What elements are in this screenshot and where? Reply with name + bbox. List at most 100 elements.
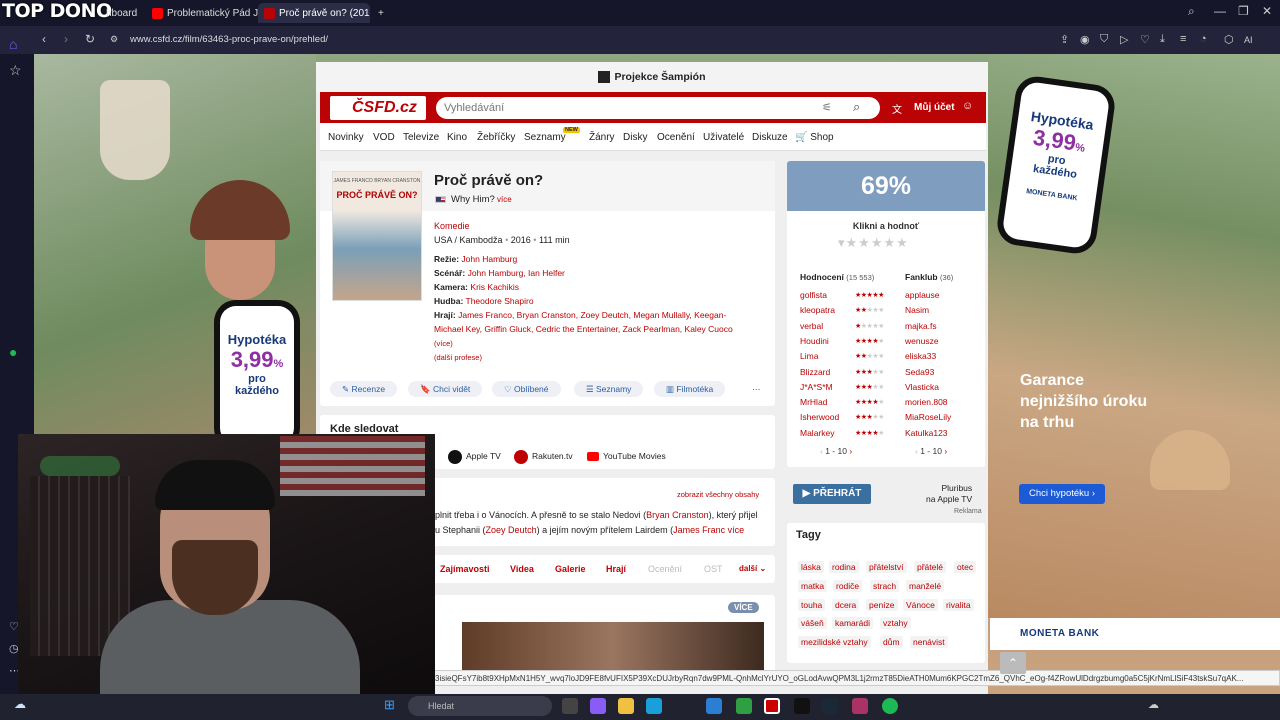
film-poster[interactable]: JAMES FRANCO BRYAN CRANSTON PROČ PRÁVĚ O… [332,171,422,301]
edge-icon[interactable] [646,698,662,714]
play-icon[interactable]: ▷ [1120,33,1128,46]
video-more-badge[interactable]: VÍCE [728,602,759,613]
rating-user[interactable]: verbal [800,321,823,331]
tag-item[interactable]: Vánoce [903,599,938,611]
vod-apple-tv[interactable]: Apple TV [448,448,501,464]
profile-icon[interactable]: ◔ [1200,33,1207,45]
task-view-icon[interactable] [562,698,578,714]
tab-zajimavosti[interactable]: Zajímavosti [440,564,490,574]
minimize-icon[interactable]: — [1214,4,1226,18]
more-titles-link[interactable]: více [497,195,512,204]
rating-user[interactable]: Lima [800,351,818,361]
rate-stars-input[interactable]: ▾★★★★★ [838,235,909,251]
tag-item[interactable]: přátelé [914,561,946,573]
tag-item[interactable]: rivalita [943,599,974,611]
tag-item[interactable]: láska [798,561,824,573]
nav-seznamy[interactable]: Seznamy [524,132,566,143]
menu-icon[interactable]: ≡ [1180,33,1186,45]
copilot-icon[interactable] [590,698,606,714]
plot-more-link[interactable]: více [728,525,745,535]
start-icon[interactable]: ⊞ [384,697,395,713]
taskbar-search[interactable]: Hledat [408,696,552,716]
fanclub-user[interactable]: eliska33 [905,351,936,361]
rating-user[interactable]: MrHlad [800,397,827,407]
tab-videa[interactable]: Videa [510,564,534,574]
filter-icon[interactable]: ⚟ [822,101,832,114]
extensions-icon[interactable]: ⬡ [1224,33,1234,46]
weather-icon[interactable]: ☁ [14,697,26,711]
crew-value[interactable]: John Hamburg [461,254,517,264]
rating-user[interactable]: golfista [800,290,827,300]
fanclub-pagination[interactable]: ‹ 1 - 10 › [915,446,947,456]
lists-button[interactable]: ☰ Seznamy [574,381,644,397]
tag-item[interactable]: dcera [832,599,860,611]
tag-item[interactable]: dům [880,636,903,648]
nav-shop[interactable]: 🛒 Shop [795,132,834,143]
browser-tab-youtube[interactable]: Problematický Pád James [146,3,258,23]
tray-cloud-icon[interactable]: ☁ [1148,698,1159,711]
heart-icon[interactable]: ♡ [1140,33,1150,46]
vod-rakuten[interactable]: Rakuten.tv [514,448,573,464]
tag-item[interactable]: rodina [829,561,859,573]
tag-item[interactable]: rodiče [833,580,863,592]
shield-icon[interactable]: ⛉ [1100,33,1108,46]
translate-icon[interactable]: 文 [892,101,902,116]
filmotheque-button[interactable]: ▥ Filmotéka [654,381,726,397]
tag-item[interactable]: přátelství [866,561,907,573]
show-all-plots-link[interactable]: zobrazit všechny obsahy [677,490,759,499]
nav-oceneni[interactable]: Ocenění [657,132,695,143]
reload-icon[interactable]: ↻ [85,32,95,46]
steam-icon[interactable] [822,698,838,714]
nav-zanry[interactable]: Žánry [589,132,615,143]
scroll-to-top-button[interactable]: ⌃ [1000,652,1026,674]
rating-user[interactable]: kleopatra [800,305,835,315]
user-icon[interactable]: ☺ [962,100,973,112]
nav-vod[interactable]: VOD [373,132,395,143]
tag-item[interactable]: kamarádi [832,617,873,629]
tab-more[interactable]: další ⌄ [739,564,766,573]
nav-diskuze[interactable]: Diskuze [752,132,788,143]
reviews-button[interactable]: ✎ Recenze [330,381,398,397]
tag-item[interactable]: strach [870,580,900,592]
rating-user[interactable]: Isherwood [800,412,839,422]
app-b-icon[interactable] [736,698,752,714]
tag-item[interactable]: touha [798,599,826,611]
rating-user[interactable]: J*A*S*M [800,382,833,392]
cast-more-link[interactable]: (více) [434,339,453,348]
search-tabs-icon[interactable]: ⌕ [1188,4,1195,19]
plot-actor-link[interactable]: Bryan Cranston [646,510,709,520]
nav-kino[interactable]: Kino [447,132,467,143]
fanclub-user[interactable]: Vlasticka [905,382,939,392]
crew-value[interactable]: John Hamburg, Ian Helfer [468,268,565,278]
more-professions-link[interactable]: (další profese) [434,351,750,365]
tag-item[interactable]: nenávist [910,636,948,648]
tag-item[interactable]: vášeň [798,617,827,629]
nav-uzivatele[interactable]: Uživatelé [703,132,744,143]
nav-disky[interactable]: Disky [623,132,647,143]
opera-icon[interactable] [764,698,780,714]
tag-item[interactable]: manželé [906,580,945,592]
ai-button[interactable]: AI [1244,35,1253,45]
film-year[interactable]: 2016 [511,235,531,245]
tag-item[interactable]: mezilidské vztahy [798,636,871,648]
new-tab-button[interactable]: + [374,3,392,23]
download-icon[interactable]: ⤓ [1160,33,1165,46]
top-banner[interactable]: Projekce Šampión [316,62,988,92]
fanclub-user[interactable]: wenusze [905,336,939,346]
tab-hraji[interactable]: Hrají [606,564,626,574]
nav-zebricky[interactable]: Žebříčky [477,132,515,143]
forward-icon[interactable]: › [64,32,68,46]
fanclub-user[interactable]: Seda93 [905,367,934,377]
fanclub-user[interactable]: Katulka123 [905,428,948,438]
restore-icon[interactable]: ❐ [1238,4,1249,18]
cast-list[interactable]: James Franco, Bryan Cranston, Zoey Deutc… [434,310,733,334]
favorites-button[interactable]: ♡ Oblíbené [492,381,561,397]
explorer-icon[interactable] [618,698,634,714]
app-icon[interactable] [852,698,868,714]
share-icon[interactable]: ⇪ [1060,33,1069,46]
search-icon[interactable]: ⌕ [853,99,860,115]
fanclub-user[interactable]: Nasim [905,305,929,315]
plot-actor-link[interactable]: James Franc [673,525,725,535]
nav-televize[interactable]: Televize [403,132,439,143]
rating-user[interactable]: Houdini [800,336,829,346]
